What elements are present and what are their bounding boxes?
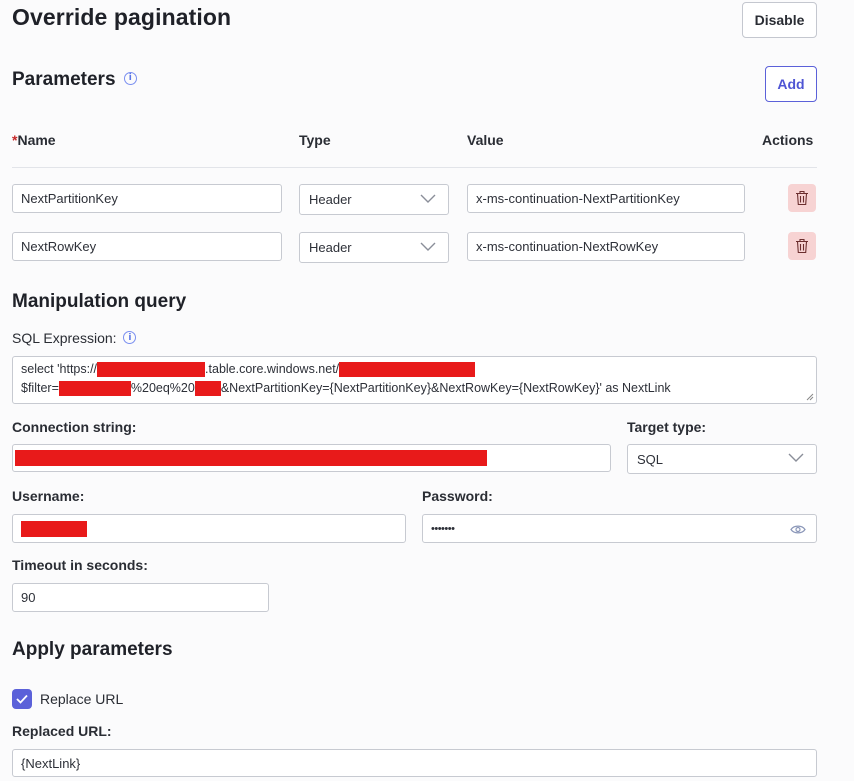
chevron-down-icon [420,194,436,203]
target-type-value: SQL [637,451,664,467]
password-mask: ••••••• [431,522,455,535]
parameters-heading-text: Parameters [12,69,116,90]
trash-icon [796,190,808,206]
target-type-label: Target type: [627,419,707,435]
redaction-block [21,520,87,537]
column-header-actions: Actions [762,132,814,148]
add-parameter-button[interactable]: Add [765,66,817,102]
chevron-down-icon [420,242,436,251]
redaction-block [15,450,487,466]
column-header-value: Value [467,132,504,148]
page-title: Override pagination [12,4,232,30]
connection-string-label: Connection string: [12,419,137,435]
sql-expression-textarea[interactable]: select 'https:// .table.core.windows.net/… [12,356,817,404]
connection-string-input[interactable] [12,444,611,472]
column-header-name: *Name [12,132,56,148]
password-label: Password: [422,488,493,504]
param-name-input[interactable]: NextPartitionKey [12,184,282,213]
trash-icon [796,238,808,254]
sql-line-1-part-a: select 'https:// [21,362,98,376]
info-icon[interactable]: i [123,71,137,85]
sql-expression-label: SQL Expression: i [12,330,137,346]
redaction-block [339,362,476,378]
resize-grip-icon[interactable] [806,393,814,401]
parameters-heading: Parameters i [12,69,137,91]
sql-line-1: select 'https:// .table.core.windows.net/ [21,362,476,378]
sql-expression-label-text: SQL Expression: [12,330,117,346]
delete-param-button[interactable] [788,184,816,212]
replace-url-label[interactable]: Replace URL [40,691,123,707]
chevron-down-icon [788,453,804,462]
replaced-url-label: Replaced URL: [12,723,112,739]
replaced-url-input[interactable]: {NextLink} [12,749,817,777]
sql-line-2: $filter= %20eq%20 &NextPartitionKey={NextP… [21,381,671,397]
redaction-block [97,362,206,378]
param-type-value: Header [309,240,352,255]
sql-line-2-part-b: %20eq%20 [130,381,195,395]
redaction-block [194,381,221,397]
param-type-select[interactable]: Header [299,232,449,263]
password-input[interactable]: ••••••• [422,514,817,543]
eye-icon[interactable] [790,524,806,535]
header-divider [12,167,817,168]
param-name-input[interactable]: NextRowKey [12,232,282,261]
sql-line-1-part-b: .table.core.windows.net/ [205,362,340,376]
column-header-name-text: Name [17,132,56,148]
param-value-input[interactable]: x-ms-continuation-NextRowKey [467,232,745,261]
info-icon[interactable]: i [123,331,137,345]
target-type-select[interactable]: SQL [627,444,817,474]
redaction-block [58,381,131,397]
column-header-type: Type [299,132,331,148]
param-value-input[interactable]: x-ms-continuation-NextPartitionKey [467,184,745,213]
sql-line-2-part-a: $filter= [21,381,59,395]
username-label: Username: [12,488,85,504]
username-input[interactable] [12,514,406,543]
replace-url-checkbox[interactable] [12,689,32,709]
checkmark-icon [16,694,28,704]
param-type-value: Header [309,192,352,207]
sql-line-2-part-c: &NextPartitionKey={NextPartitionKey}&Nex… [220,381,671,395]
param-type-select[interactable]: Header [299,184,449,215]
timeout-input[interactable]: 90 [12,583,269,612]
disable-button[interactable]: Disable [742,2,817,38]
apply-parameters-heading: Apply parameters [12,639,173,660]
delete-param-button[interactable] [788,232,816,260]
manipulation-query-heading: Manipulation query [12,291,187,312]
timeout-label: Timeout in seconds: [12,557,148,573]
